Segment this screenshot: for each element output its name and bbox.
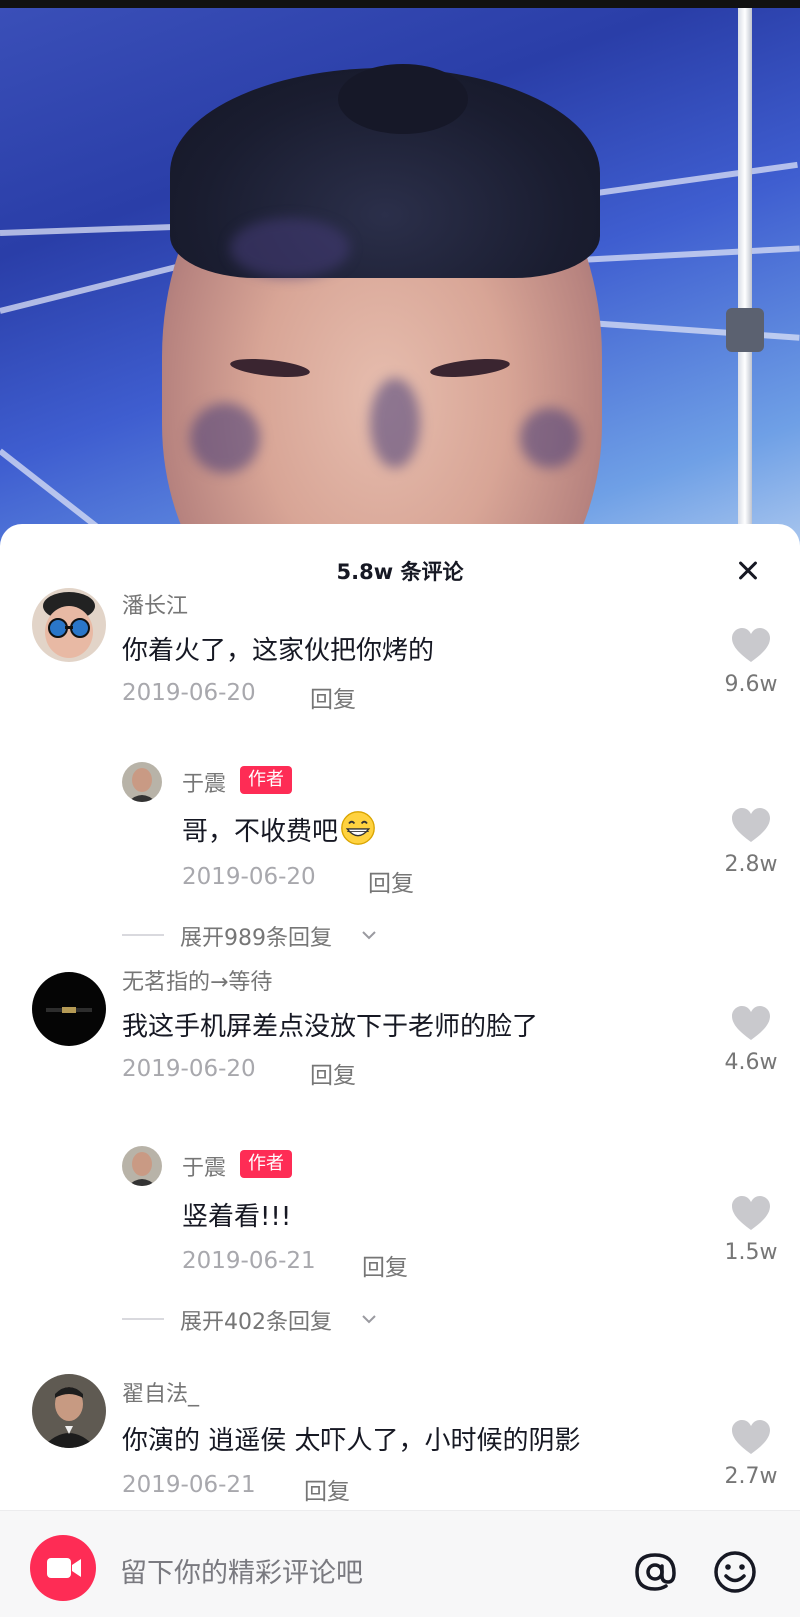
- like-count: 9.6w: [724, 672, 778, 697]
- reply-button[interactable]: 回复: [310, 1056, 356, 1090]
- like-button[interactable]: 9.6w: [706, 628, 796, 697]
- like-button[interactable]: 1.5w: [706, 1196, 796, 1265]
- heart-icon: [732, 1196, 770, 1230]
- comment-date: 2019-06-20: [122, 1056, 256, 1082]
- emoji-icon[interactable]: [708, 1545, 762, 1599]
- reply-button[interactable]: 回复: [362, 1248, 408, 1282]
- comment-date: 2019-06-20: [122, 680, 256, 706]
- reply-date: 2019-06-21: [182, 1248, 316, 1274]
- heart-icon: [732, 808, 770, 842]
- like-count: 2.8w: [724, 852, 778, 877]
- avatar[interactable]: [122, 1146, 162, 1186]
- reply-button[interactable]: 回复: [304, 1472, 350, 1506]
- like-button[interactable]: 2.7w: [706, 1420, 796, 1489]
- expand-replies-label: 展开989条回复: [180, 926, 332, 951]
- heart-icon: [732, 628, 770, 662]
- like-button[interactable]: 4.6w: [706, 1006, 796, 1075]
- camera-icon: [47, 1558, 81, 1578]
- comment-date: 2019-06-21: [122, 1472, 256, 1498]
- like-count: 4.6w: [724, 1050, 778, 1075]
- reply-text-content: 哥，不收费吧: [182, 817, 339, 847]
- reply-text[interactable]: 竖着看!!!: [182, 1196, 291, 1233]
- reply-username[interactable]: 于震: [182, 1150, 226, 1182]
- like-button[interactable]: 2.8w: [706, 808, 796, 877]
- author-badge: 作者: [240, 766, 292, 794]
- video-frame[interactable]: [0, 8, 800, 548]
- at-icon[interactable]: [628, 1545, 682, 1599]
- comment-count-title: 5.8w 条评论: [336, 560, 464, 584]
- author-badge: 作者: [240, 1150, 292, 1178]
- reply-date: 2019-06-20: [182, 864, 316, 890]
- comment-input[interactable]: 留下你的精彩评论吧: [120, 1551, 363, 1590]
- avatar[interactable]: [32, 972, 106, 1046]
- camera-button[interactable]: [30, 1535, 96, 1601]
- expand-replies-button[interactable]: 展开402条回复: [122, 1304, 392, 1335]
- expand-replies-label: 展开402条回复: [180, 1310, 332, 1335]
- avatar[interactable]: [122, 762, 162, 802]
- comment-username[interactable]: 翟自法_: [122, 1376, 199, 1408]
- reply-text[interactable]: 哥，不收费吧: [182, 810, 378, 848]
- comment-sheet: 5.8w 条评论 潘长江 你着火了，这家伙把你烤的 2019-06-20 回复 …: [0, 524, 800, 1617]
- reply-username[interactable]: 于震: [182, 766, 226, 798]
- close-icon[interactable]: [728, 550, 768, 590]
- heart-icon: [732, 1420, 770, 1454]
- chevron-down-icon: [362, 931, 376, 940]
- comment-text[interactable]: 你演的 逍遥侯 太吓人了，小时候的阴影: [122, 1420, 581, 1457]
- reply-button[interactable]: 回复: [368, 864, 414, 898]
- like-count: 1.5w: [724, 1240, 778, 1265]
- like-count: 2.7w: [724, 1464, 778, 1489]
- avatar[interactable]: [32, 588, 106, 662]
- grinning-emoji: [341, 811, 375, 845]
- reply-button[interactable]: 回复: [310, 680, 356, 714]
- chevron-down-icon: [362, 1315, 376, 1324]
- comment-username[interactable]: 无茗指的→等待: [122, 964, 272, 996]
- expand-replies-button[interactable]: 展开989条回复: [122, 920, 392, 951]
- comment-username[interactable]: 潘长江: [122, 588, 188, 620]
- comment-text[interactable]: 你着火了，这家伙把你烤的: [122, 630, 434, 667]
- heart-icon: [732, 1006, 770, 1040]
- comment-input-bar: 留下你的精彩评论吧: [0, 1510, 800, 1617]
- comment-text[interactable]: 我这手机屏差点没放下于老师的脸了: [122, 1006, 538, 1043]
- avatar[interactable]: [32, 1374, 106, 1448]
- status-bar: [0, 0, 800, 8]
